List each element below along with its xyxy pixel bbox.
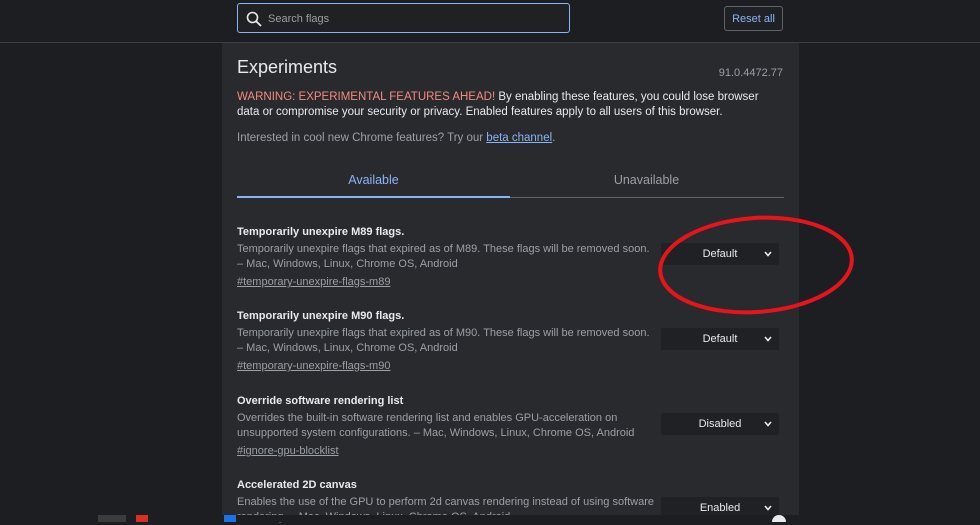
tab-unavailable[interactable]: Unavailable [510, 163, 783, 196]
flags-tabs: Available Unavailable [237, 163, 784, 198]
search-box[interactable] [237, 3, 570, 33]
taskbar-app-icon[interactable] [136, 515, 148, 522]
flag-anchor-link[interactable]: #ignore-gpu-blocklist [237, 445, 339, 457]
taskbar-tray-icon[interactable] [772, 515, 786, 522]
taskbar-app-icon[interactable] [224, 515, 236, 522]
flags-header: Reset all [0, 0, 980, 43]
taskbar-app-icon[interactable] [98, 515, 126, 522]
search-input[interactable] [266, 8, 560, 30]
flag-item: Temporarily unexpire M90 flags. Temporar… [237, 310, 784, 374]
flag-select-value: Default [702, 333, 738, 345]
flag-title: Override software rendering list [237, 395, 404, 407]
flag-item: Override software rendering list Overrid… [237, 395, 784, 459]
red-annotation-circle [658, 215, 854, 315]
chevron-down-icon [764, 336, 772, 342]
reset-all-button[interactable]: Reset all [724, 6, 783, 31]
taskbar [0, 515, 980, 522]
beta-promo: Interested in cool new Chrome features? … [237, 132, 555, 144]
version-label: 91.0.4472.77 [718, 67, 783, 79]
flag-anchor-link[interactable]: #temporary-unexpire-flags-m89 [237, 276, 390, 288]
flag-select[interactable]: Default [661, 328, 779, 350]
search-icon [246, 11, 262, 27]
flag-description: Temporarily unexpire flags that expired … [237, 243, 650, 270]
flag-select-value: Disabled [698, 418, 742, 430]
beta-channel-link[interactable]: beta channel [486, 132, 552, 144]
beta-promo-text: Interested in cool new Chrome features? … [237, 132, 487, 144]
page-title: Experiments [237, 57, 338, 77]
flag-description: Overrides the built-in software renderin… [237, 412, 635, 439]
chevron-down-icon [764, 505, 772, 511]
flag-select-value: Enabled [699, 502, 741, 514]
flag-title: Accelerated 2D canvas [237, 479, 357, 491]
beta-promo-end: . [552, 132, 556, 144]
chevron-down-icon [764, 421, 772, 427]
tab-available[interactable]: Available [237, 163, 510, 198]
warning-label: WARNING: EXPERIMENTAL FEATURES AHEAD! [237, 91, 496, 103]
warning-message: WARNING: EXPERIMENTAL FEATURES AHEAD! By… [237, 90, 777, 120]
flag-anchor-link[interactable]: #temporary-unexpire-flags-m90 [237, 360, 390, 372]
flag-description: Temporarily unexpire flags that expired … [237, 327, 650, 354]
flag-select[interactable]: Disabled [661, 413, 779, 435]
